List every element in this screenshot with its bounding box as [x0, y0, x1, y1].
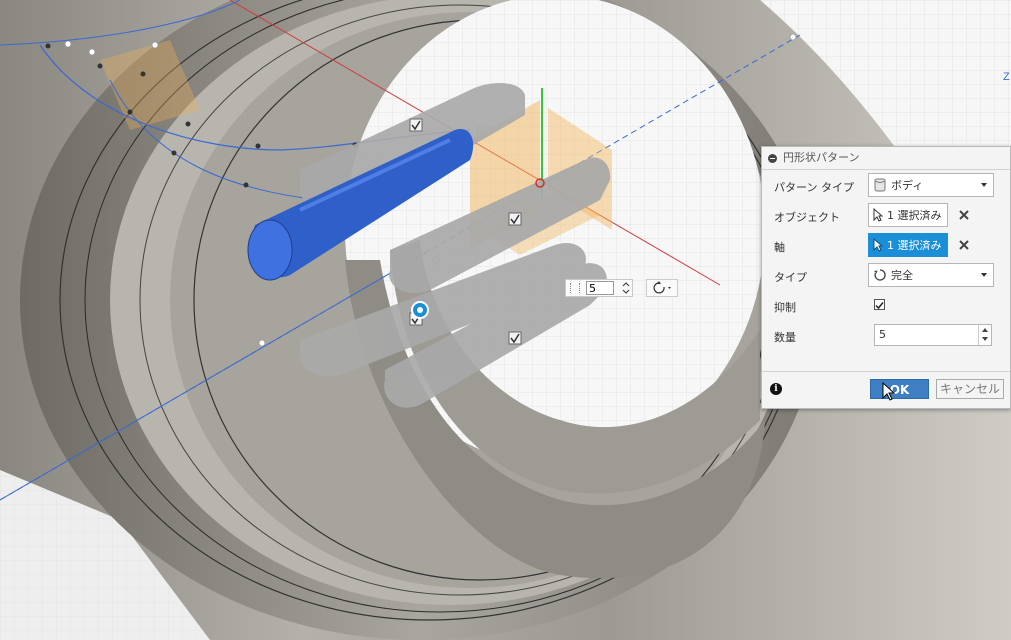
chevron-down-icon	[981, 183, 987, 187]
suppress-label: 抑制	[774, 301, 796, 314]
decrement-icon[interactable]	[979, 335, 991, 345]
pattern-type-label: パターン タイプ	[774, 181, 854, 194]
rotation-direction-dropdown[interactable]	[646, 279, 678, 297]
canvas-quantity-field[interactable]: 5	[586, 281, 614, 295]
chevron-down-icon	[981, 273, 987, 277]
checkmark-icon	[875, 302, 884, 310]
quantity-spin-buttons[interactable]	[978, 325, 991, 345]
axis-select-button[interactable]: 1 選択済み	[868, 233, 948, 257]
canvas-quantity-input[interactable]: 5	[565, 279, 633, 297]
canvas-quantity-stepper[interactable]	[621, 281, 631, 295]
axis-value: 1 選択済み	[887, 239, 942, 252]
quantity-row: 数量 5	[762, 321, 1010, 351]
type-dropdown[interactable]: 完全	[868, 263, 994, 287]
dialog-title: 円形状パターン	[783, 151, 860, 164]
axis-z-label: Z	[1003, 71, 1010, 83]
mouse-cursor-icon	[882, 382, 896, 401]
drag-grip-icon[interactable]	[570, 283, 580, 293]
full-circle-icon	[874, 269, 886, 281]
axis-row: 軸 1 選択済み	[762, 231, 1010, 261]
clear-axis-icon[interactable]	[958, 239, 970, 251]
suppress-row: 抑制	[762, 291, 1010, 321]
quantity-stepper[interactable]: 5	[874, 324, 992, 346]
pattern-type-value: ボディ	[891, 179, 924, 192]
cancel-button[interactable]: キャンセル	[936, 379, 1004, 399]
dialog-header[interactable]: 円形状パターン	[762, 147, 1010, 170]
cursor-arrow-icon	[873, 208, 883, 222]
objects-row: オブジェクト 1 選択済み	[762, 201, 1010, 231]
cursor-arrow-icon	[873, 238, 883, 252]
axis-label: 軸	[774, 241, 785, 254]
info-icon[interactable]: i	[770, 383, 782, 395]
type-row: タイプ 完全	[762, 261, 1010, 291]
clear-objects-icon[interactable]	[958, 209, 970, 221]
objects-label: オブジェクト	[774, 211, 840, 224]
objects-select-button[interactable]: 1 選択済み	[868, 203, 948, 227]
circular-pattern-dialog: 円形状パターン パターン タイプ ボディ オブジェクト 1 選択済み 軸 1 選…	[761, 146, 1011, 409]
rotate-icon	[653, 281, 671, 294]
suppress-checkbox[interactable]	[874, 299, 885, 310]
type-value: 完全	[891, 269, 913, 282]
pattern-type-dropdown[interactable]: ボディ	[868, 173, 994, 197]
quantity-label: 数量	[774, 331, 796, 344]
increment-icon[interactable]	[979, 325, 991, 335]
body-icon	[874, 178, 886, 192]
quantity-value[interactable]: 5	[879, 328, 886, 341]
objects-value: 1 選択済み	[887, 209, 942, 222]
pattern-type-row: パターン タイプ ボディ	[762, 171, 1010, 201]
type-label: タイプ	[774, 271, 807, 284]
collapse-icon[interactable]	[768, 153, 777, 163]
ok-button[interactable]: OK	[870, 379, 929, 399]
